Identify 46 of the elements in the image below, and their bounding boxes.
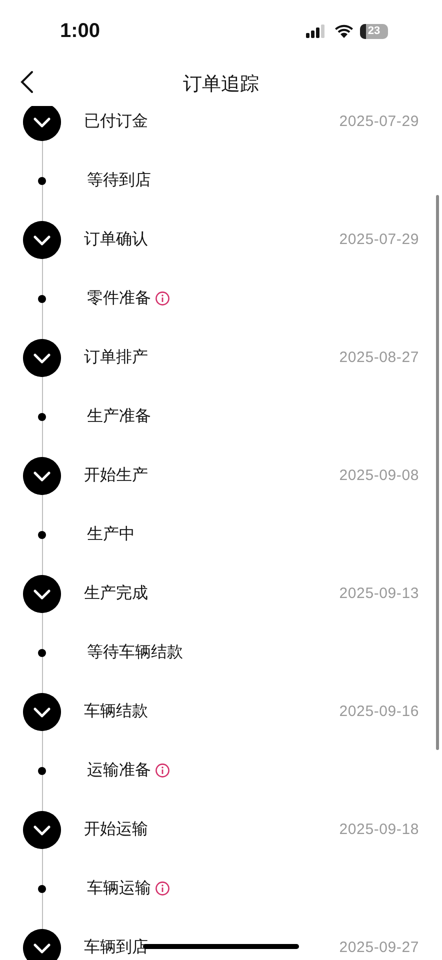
substep-label: 生产准备 [87, 406, 151, 427]
step-title: 车辆到店 [84, 938, 148, 958]
chevron-down-icon[interactable] [23, 338, 61, 376]
step-title: 车辆结款 [84, 702, 148, 722]
back-button[interactable] [20, 70, 34, 94]
timeline-dot [38, 530, 46, 538]
timeline-dot [38, 412, 46, 420]
step-title: 订单排产 [84, 348, 148, 368]
chevron-down-icon[interactable] [23, 456, 61, 494]
step-title: 已付订金 [84, 112, 148, 132]
step-date: 2025-07-29 [339, 113, 419, 130]
wifi-icon [334, 24, 354, 38]
step-date: 2025-09-16 [339, 703, 419, 720]
status-time: 1:00 [60, 20, 102, 42]
step-date: 2025-09-18 [339, 821, 419, 838]
step-date: 2025-08-27 [339, 349, 419, 366]
substep-label: 车辆运输 [87, 878, 151, 899]
chevron-down-icon[interactable] [23, 810, 61, 848]
step-date: 2025-09-13 [339, 585, 419, 602]
substep-label: 生产中 [87, 524, 135, 545]
chevron-down-icon[interactable] [23, 106, 61, 140]
step-title: 开始运输 [84, 820, 148, 840]
substep-label: 零件准备 [87, 289, 151, 309]
chevron-down-icon[interactable] [23, 928, 61, 960]
step-date: 2025-09-27 [339, 939, 419, 956]
timeline-dot [38, 648, 46, 656]
chevron-down-icon[interactable] [23, 692, 61, 730]
substep-label: 等待车辆结款 [87, 642, 183, 663]
step-title: 订单确认 [84, 230, 148, 250]
timeline-dot [38, 884, 46, 892]
timeline-dot [38, 176, 46, 184]
chevron-down-icon[interactable] [23, 574, 61, 612]
info-icon[interactable] [155, 881, 170, 896]
timeline-dot [38, 766, 46, 774]
step-date: 2025-07-29 [339, 231, 419, 248]
step-title: 开始生产 [84, 466, 148, 486]
info-icon[interactable] [155, 291, 170, 306]
substep-label: 等待到店 [87, 170, 151, 191]
page-title: 订单追踪 [183, 73, 259, 97]
substep-label: 运输准备 [87, 761, 151, 781]
chevron-down-icon[interactable] [23, 220, 61, 258]
timeline-dot [38, 294, 46, 302]
info-icon[interactable] [155, 763, 170, 778]
step-date: 2025-09-08 [339, 467, 419, 484]
battery-indicator: 23 [360, 24, 388, 38]
step-title: 生产完成 [84, 584, 148, 604]
